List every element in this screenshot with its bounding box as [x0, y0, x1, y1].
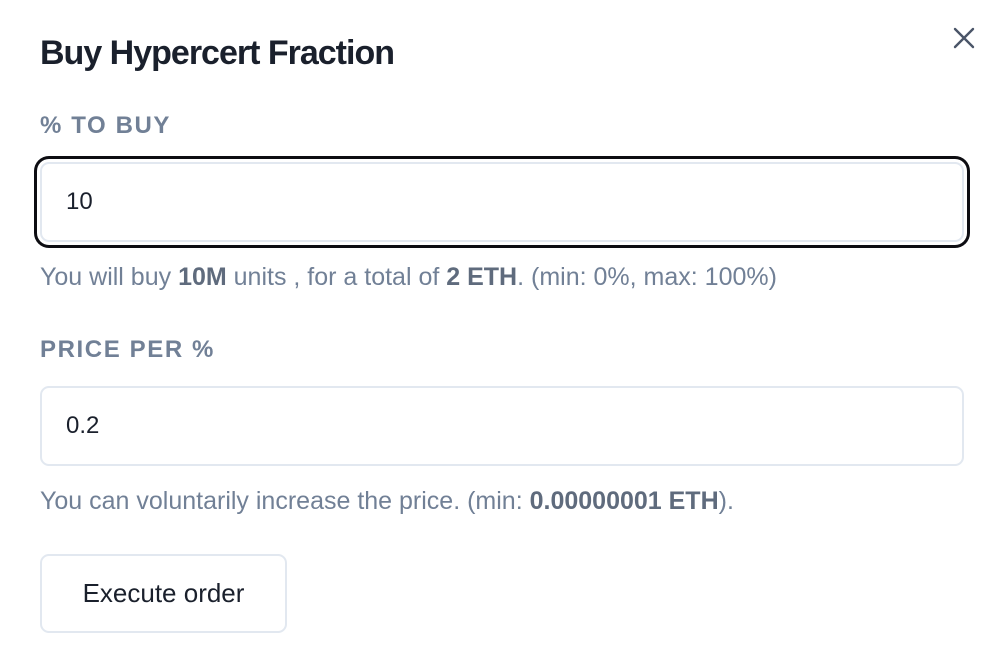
percent-helper-prefix: You will buy — [40, 263, 179, 291]
percent-to-buy-input[interactable] — [40, 162, 964, 242]
total-value: 2 ETH — [446, 263, 518, 291]
percent-helper-suffix: . (min: 0%, max: 100%) — [517, 263, 777, 291]
min-price-value: 0.00000001 ETH — [529, 487, 719, 515]
price-per-percent-input[interactable] — [40, 386, 964, 466]
percent-helper-middle: units , for a total of — [226, 263, 447, 291]
price-helper-prefix: You can voluntarily increase the price. … — [40, 487, 530, 515]
percent-to-buy-label: % TO BUY — [40, 112, 172, 139]
units-value: 10M — [178, 263, 227, 291]
buy-fraction-modal: Buy Hypercert Fraction % TO BUY You will… — [0, 0, 1004, 660]
price-helper-suffix: ). — [718, 487, 734, 515]
modal-title: Buy Hypercert Fraction — [40, 34, 395, 72]
close-button[interactable] — [946, 20, 982, 56]
percent-helper-text: You will buy 10M units , for a total of … — [40, 263, 777, 292]
price-per-percent-label: PRICE PER % — [40, 336, 215, 363]
price-helper-text: You can voluntarily increase the price. … — [40, 487, 734, 516]
close-icon — [953, 27, 975, 49]
execute-order-button[interactable]: Execute order — [40, 554, 287, 633]
